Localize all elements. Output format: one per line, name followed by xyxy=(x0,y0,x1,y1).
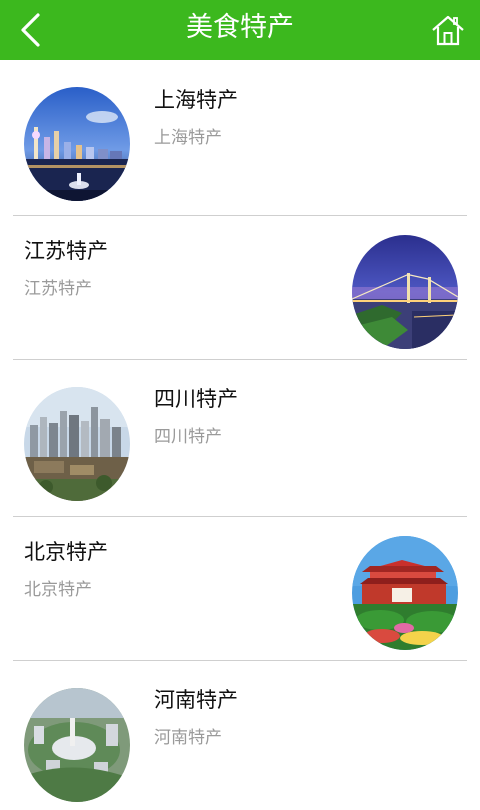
item-subtitle: 四川特产 xyxy=(154,427,222,447)
top-bar: 美食特产 xyxy=(0,0,480,60)
item-title: 北京特产 xyxy=(24,540,108,564)
jiangsu-bridge-photo xyxy=(352,235,458,349)
list-item[interactable]: 北京特产 北京特产 xyxy=(0,516,480,661)
item-title: 江苏特产 xyxy=(24,239,108,263)
beijing-tiananmen-photo xyxy=(352,536,458,650)
home-icon xyxy=(432,15,464,46)
specialty-list: 上海特产 上海特产 江苏特产 江苏特产 四川特产 四川特产 北京特产 北京特产 … xyxy=(0,60,480,810)
list-item[interactable]: 河南特产 河南特产 xyxy=(0,660,480,810)
item-subtitle: 北京特产 xyxy=(24,580,92,600)
henan-city-photo xyxy=(24,688,130,802)
list-item[interactable]: 上海特产 上海特产 xyxy=(0,60,480,216)
shanghai-skyline-photo xyxy=(24,87,130,201)
list-item[interactable]: 江苏特产 江苏特产 xyxy=(0,215,480,360)
page-title: 美食特产 xyxy=(186,12,294,43)
item-subtitle: 江苏特产 xyxy=(24,279,92,299)
back-button[interactable] xyxy=(0,0,60,60)
home-button[interactable] xyxy=(416,0,480,60)
item-subtitle: 河南特产 xyxy=(154,728,222,748)
item-title: 四川特产 xyxy=(154,387,238,411)
chevron-left-icon xyxy=(21,13,40,47)
list-item[interactable]: 四川特产 四川特产 xyxy=(0,359,480,517)
item-subtitle: 上海特产 xyxy=(154,128,222,148)
item-title: 上海特产 xyxy=(154,88,238,112)
sichuan-city-photo xyxy=(24,387,130,501)
item-title: 河南特产 xyxy=(154,688,238,712)
